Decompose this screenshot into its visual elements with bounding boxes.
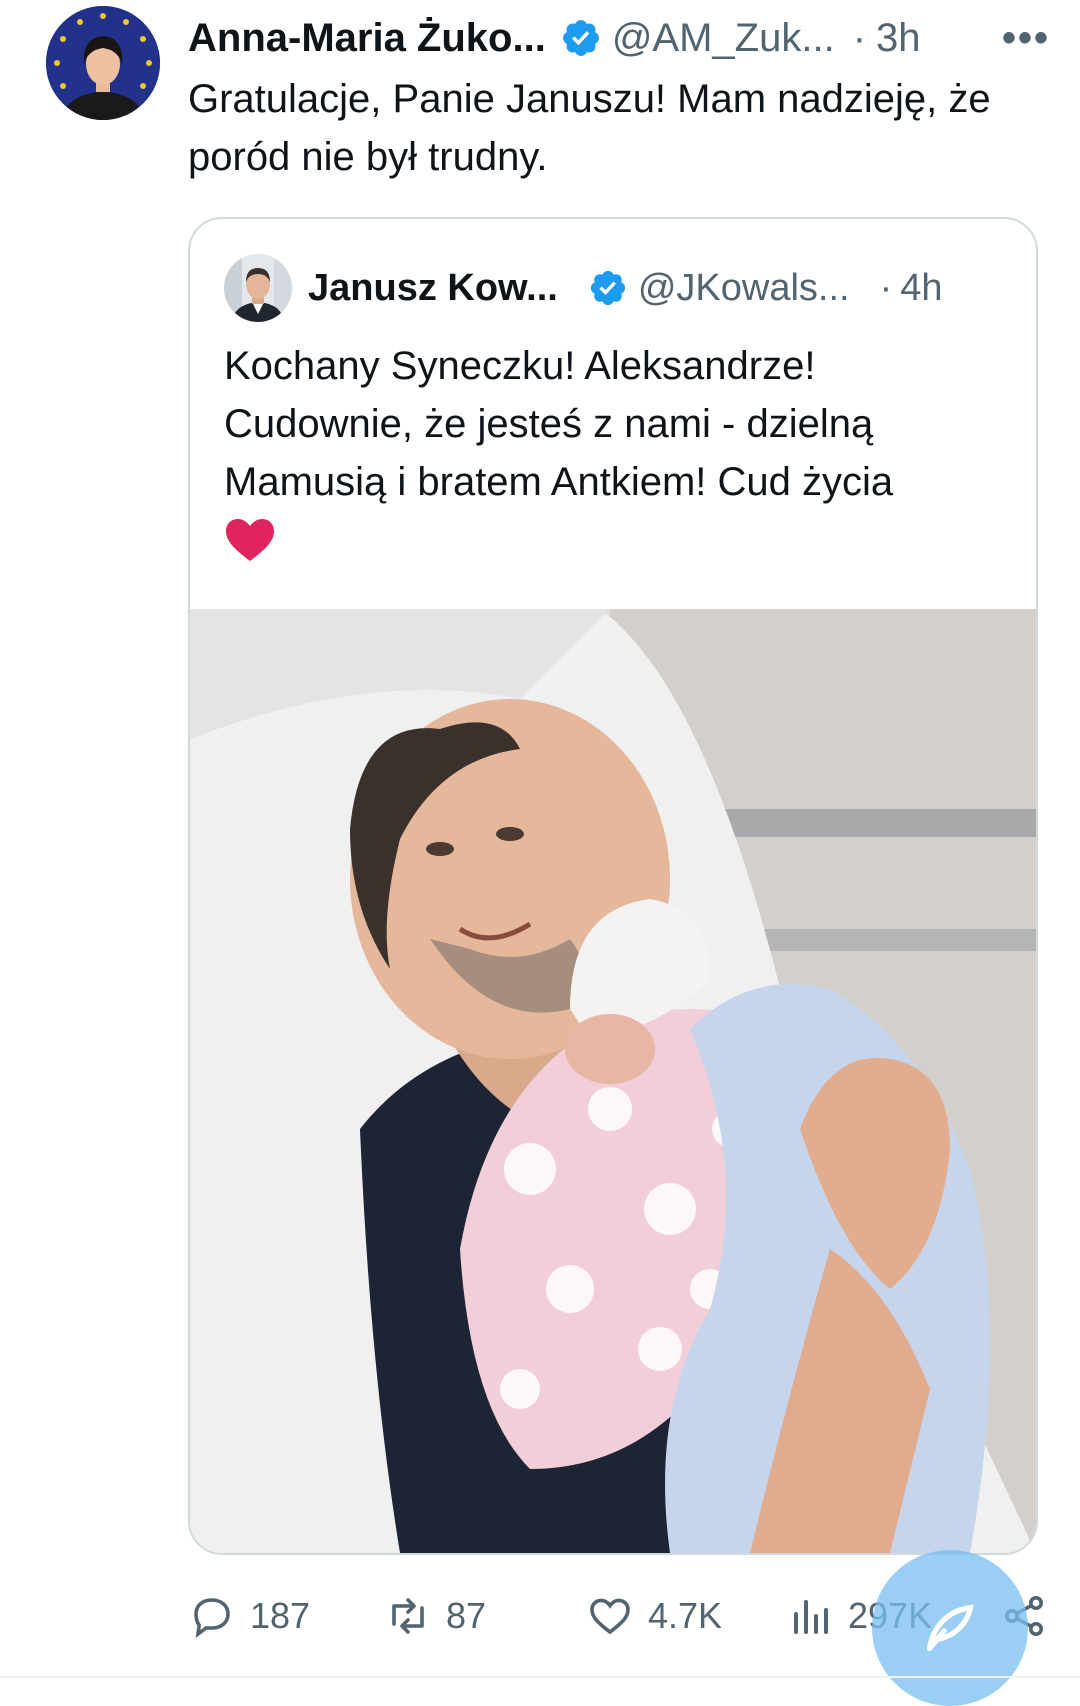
quoted-author-avatar-image — [224, 254, 292, 322]
quoted-text-line-2: Cudownie, że jesteś z nami - dzielną — [224, 402, 874, 446]
quoted-post-photo[interactable] — [190, 609, 1036, 1553]
quoted-post-time[interactable]: 4h — [900, 267, 942, 310]
reply-icon — [194, 1598, 230, 1639]
like-button[interactable]: 4.7K — [586, 1592, 722, 1640]
quoted-author-avatar — [224, 254, 292, 322]
photo-image — [190, 609, 1036, 1553]
heart-emoji-icon — [226, 519, 274, 561]
post-divider — [0, 1676, 1080, 1678]
more-icon[interactable]: ••• — [1002, 16, 1058, 61]
author-avatar-image — [46, 6, 160, 120]
quoted-text-line-1: Kochany Syneczku! Aleksandrze! — [224, 344, 816, 388]
post-header: Anna-Maria Żuko... @AM_Zuk... · 3h ••• — [188, 8, 1058, 68]
reply-button[interactable]: 187 — [188, 1592, 310, 1640]
views-icon — [794, 1600, 828, 1634]
verified-badge-icon — [590, 270, 625, 306]
separator-dot: · — [852, 15, 867, 60]
post-time[interactable]: 3h — [876, 16, 921, 61]
author-avatar[interactable] — [46, 6, 160, 120]
like-count: 4.7K — [648, 1595, 723, 1636]
quoted-post-card[interactable]: Janusz Kow... @JKowals... · 4h Kochany S… — [188, 217, 1038, 1555]
like-icon — [590, 1598, 630, 1635]
separator-dot: · — [879, 266, 893, 309]
author-handle[interactable]: @AM_Zuk... — [612, 16, 835, 61]
repost-icon — [392, 1598, 424, 1634]
reply-count: 187 — [250, 1595, 311, 1636]
author-name[interactable]: Anna-Maria Żuko... — [188, 16, 546, 61]
quoted-author-name[interactable]: Janusz Kow... — [308, 267, 558, 310]
compose-icon — [926, 1604, 974, 1652]
quoted-text-line-3: Mamusią i bratem Antkiem! Cud życia — [224, 460, 894, 504]
post-text: Gratulacje, Panie Januszu! Mam nadzieję,… — [188, 77, 991, 179]
quoted-author-handle[interactable]: @JKowals... — [638, 267, 850, 310]
repost-button[interactable]: 87 — [384, 1592, 486, 1640]
quoted-post-text: Kochany Syneczku! Aleksandrze! Cudownie,… — [224, 337, 1004, 563]
verified-badge-icon — [562, 20, 599, 56]
quoted-post-header: Janusz Kow... @JKowals... · 4h — [224, 253, 1024, 323]
repost-count: 87 — [446, 1595, 487, 1636]
